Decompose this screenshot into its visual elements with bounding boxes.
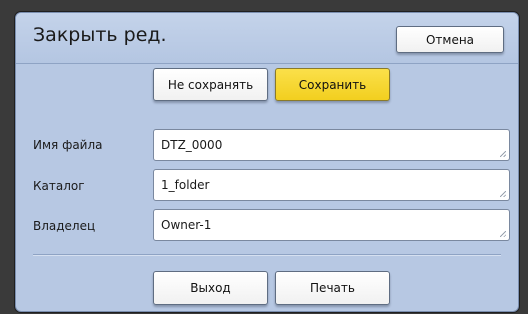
resize-grip-icon xyxy=(500,231,506,237)
footer-divider xyxy=(33,254,501,255)
screen-background: Закрыть ред. Отмена Не сохранять Сохрани… xyxy=(0,0,528,314)
cancel-button[interactable]: Отмена xyxy=(396,26,504,53)
folder-value: 1_folder xyxy=(161,178,210,192)
save-button[interactable]: Сохранить xyxy=(275,68,390,101)
owner-field[interactable]: Owner-1 xyxy=(153,209,510,241)
file-name-value: DTZ_0000 xyxy=(161,138,223,152)
folder-field[interactable]: 1_folder xyxy=(153,169,510,201)
owner-value: Owner-1 xyxy=(161,218,212,232)
close-editor-dialog: Закрыть ред. Отмена Не сохранять Сохрани… xyxy=(15,12,519,312)
file-name-label: Имя файла xyxy=(33,138,103,152)
folder-label: Каталог xyxy=(33,179,85,193)
dialog-titlebar: Закрыть ред. Отмена xyxy=(16,13,518,64)
owner-label: Владелец xyxy=(33,219,96,233)
file-name-field[interactable]: DTZ_0000 xyxy=(153,129,510,161)
resize-grip-icon xyxy=(500,151,506,157)
dont-save-button[interactable]: Не сохранять xyxy=(153,68,268,101)
dialog-title: Закрыть ред. xyxy=(33,24,167,46)
print-button[interactable]: Печать xyxy=(275,271,390,305)
exit-button[interactable]: Выход xyxy=(153,271,268,305)
resize-grip-icon xyxy=(500,191,506,197)
